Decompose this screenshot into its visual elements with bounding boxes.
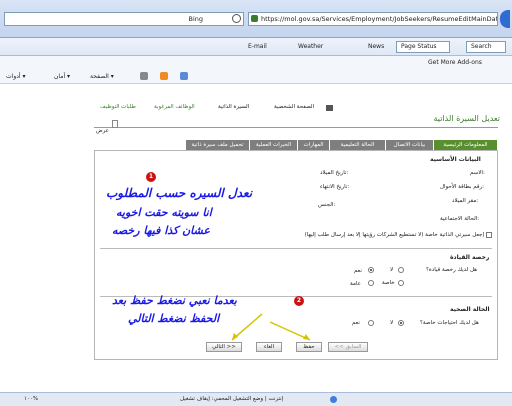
arrow-head-next [232, 333, 238, 340]
zone-status: إنترنت | وضع التشغيل المحمي: إيقاف تشغيل [180, 396, 284, 402]
annotation-arrows [231, 313, 311, 341]
arrow-to-save [269, 321, 311, 341]
globe-icon [330, 396, 337, 403]
status-bar: ١٠٠% إنترنت | وضع التشغيل المحمي: إيقاف … [0, 392, 512, 406]
zoom-level[interactable]: ١٠٠% [24, 396, 38, 402]
